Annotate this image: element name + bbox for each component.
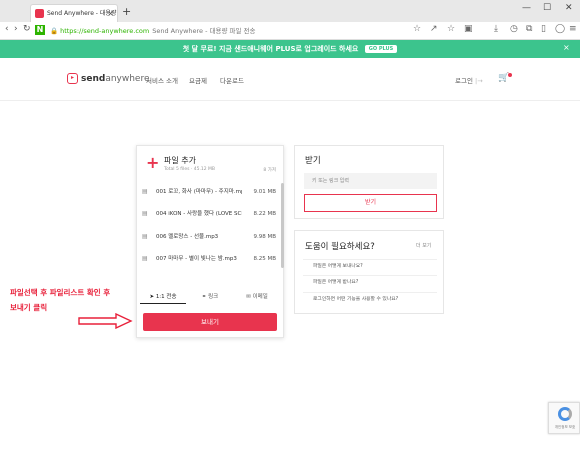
recaptcha-text: 개인정보 보호 — [554, 425, 576, 429]
file-name: 007 마마무 - 별이 빛나는 밤.mp3 — [156, 256, 237, 262]
window-close-icon[interactable]: ✕ — [565, 3, 573, 13]
nav-download[interactable]: 다운로드 — [220, 75, 244, 85]
tab-email-label: 이메일 — [252, 294, 268, 300]
annotation-line-1: 파일선택 후 파일리스트 확인 후 — [10, 288, 111, 297]
receive-title: 받기 — [305, 156, 321, 166]
nav-pricing[interactable]: 요금제 — [189, 75, 207, 85]
recaptcha-icon — [558, 407, 572, 421]
plus-icon[interactable]: + — [146, 155, 159, 171]
file-row[interactable]: ▤ 007 마마무 - 별이 빛나는 밤.mp3 8.25 MB — [142, 251, 280, 267]
tab-title: Send Anywhere - 대용량 — [47, 10, 117, 17]
url-page-title: Send Anywhere - 대용량 파일 전송 — [152, 27, 256, 35]
tab-direct-label: 1:1 전송 — [155, 294, 177, 300]
favorite-icon[interactable]: ☆ — [447, 24, 455, 34]
nav-service-intro[interactable]: 서비스 소개 — [146, 75, 178, 85]
file-icon: ▤ — [142, 255, 148, 262]
history-icon[interactable]: ◷ — [510, 24, 518, 34]
sidebar-icon[interactable]: ▯ — [541, 24, 546, 34]
help-item[interactable]: 파일은 어떻게 보내나요? — [303, 259, 437, 273]
login-arrow-icon: |→ — [475, 77, 483, 85]
brand-anywhere: anywhere — [105, 74, 150, 84]
back-icon[interactable]: ‹ — [5, 24, 9, 34]
url-field[interactable]: 🔒 https://send-anywhere.com Send Anywhere … — [50, 25, 256, 37]
file-name: 006 멜로망스 - 선물.mp3 — [156, 234, 219, 240]
file-icon: ▤ — [142, 210, 148, 217]
help-item[interactable]: 파일은 어떻게 받나요? — [303, 275, 437, 289]
lock-icon: 🔒 — [50, 27, 59, 35]
bookmark-star-icon[interactable]: ☆ — [413, 24, 421, 34]
new-tab-button[interactable]: + — [122, 5, 131, 18]
file-icon: ▤ — [142, 233, 148, 240]
account-icon[interactable]: ◯ — [555, 24, 565, 34]
maximize-icon[interactable]: ☐ — [543, 3, 551, 13]
tab-link-label: 링크 — [208, 294, 219, 300]
recaptcha-badge[interactable]: 개인정보 보호 — [548, 402, 580, 434]
add-file-area[interactable]: + 파일 추가 Total 5 files · 45.12 MB 8 가져 — [146, 155, 276, 177]
promo-text: 첫 달 무료! 지금 샌드애니웨어 PLUS로 업그레이드 하세요 — [182, 45, 359, 53]
login-label: 로그인 — [455, 77, 473, 85]
menu-icon[interactable]: ≡ — [569, 24, 577, 34]
capture-icon[interactable]: ⧉ — [526, 24, 532, 34]
minimize-icon[interactable]: — — [522, 3, 531, 13]
receive-key-input[interactable]: 키 또는 링크 입력 — [304, 173, 437, 189]
share-icon[interactable]: ↗ — [430, 24, 438, 34]
tab-close-icon[interactable]: × — [107, 5, 114, 22]
tab-email[interactable]: ✉ 이메일 — [234, 290, 280, 304]
file-icon: ▤ — [142, 188, 148, 195]
file-list-scrollbar[interactable] — [281, 183, 284, 268]
annotation-line-2: 보내기 클릭 — [10, 303, 48, 312]
tab-link[interactable]: ⚭ 링크 — [187, 290, 233, 304]
annotation-arrow-icon — [78, 313, 133, 329]
go-plus-chip[interactable]: GO PLUS — [364, 45, 398, 53]
favicon-icon — [35, 9, 44, 18]
brand-logo[interactable]: ▸ sendanywhere — [67, 73, 150, 84]
delete-all-link[interactable]: 8 가져 — [263, 167, 276, 173]
send-button[interactable]: 보내기 — [143, 313, 277, 331]
help-title: 도움이 필요하세요? — [305, 242, 375, 252]
receive-button[interactable]: 받기 — [304, 194, 437, 212]
collections-icon[interactable]: ▣ — [464, 24, 473, 34]
brand-send: send — [81, 74, 106, 84]
file-size: 9.01 MB — [253, 189, 276, 195]
page-background — [0, 58, 580, 465]
header-divider — [0, 100, 580, 101]
file-name: 001 로꼬, 화사 (마마무) - 주지마.mp3 — [156, 189, 242, 195]
send-mode-tabs: ➤ 1:1 전송 ⚭ 링크 ✉ 이메일 — [140, 290, 280, 304]
help-more-link[interactable]: 더 보기 — [416, 242, 431, 249]
help-item[interactable]: 로그인하면 어떤 기능을 사용할 수 있나요? — [303, 292, 437, 306]
send-anywhere-logo-icon: ▸ — [67, 73, 78, 84]
file-row[interactable]: ▤ 004 iKON - 사랑을 했다 (LOVE SCEN... 8.22 M… — [142, 206, 280, 222]
file-row[interactable]: ▤ 006 멜로망스 - 선물.mp3 9.98 MB — [142, 229, 280, 245]
naver-logo-icon[interactable]: N — [35, 25, 45, 35]
reload-icon[interactable]: ↻ — [23, 24, 31, 34]
url-host: https://send-anywhere.com — [60, 27, 150, 35]
promo-close-icon[interactable]: × — [563, 43, 570, 52]
cart-icon[interactable]: 🛒 — [498, 73, 513, 83]
promo-banner[interactable]: 첫 달 무료! 지금 샌드애니웨어 PLUS로 업그레이드 하세요 GO PLU… — [0, 40, 580, 58]
file-size: 8.25 MB — [253, 256, 276, 262]
tab-direct-transfer[interactable]: ➤ 1:1 전송 — [140, 290, 186, 304]
file-size: 9.98 MB — [253, 234, 276, 240]
file-size: 8.22 MB — [253, 211, 276, 217]
add-file-label: 파일 추가 — [164, 156, 196, 165]
login-link[interactable]: 로그인 |→ — [455, 75, 483, 85]
download-icon[interactable]: ⤓ — [494, 24, 498, 34]
file-total-meta: Total 5 files · 45.12 MB — [164, 167, 216, 172]
file-name: 004 iKON - 사랑을 했다 (LOVE SCEN... — [156, 211, 242, 217]
browser-tab[interactable]: Send Anywhere - 대용량 × — [30, 4, 118, 22]
forward-icon[interactable]: › — [14, 24, 18, 34]
file-row[interactable]: ▤ 001 로꼬, 화사 (마마무) - 주지마.mp3 9.01 MB — [142, 184, 280, 200]
